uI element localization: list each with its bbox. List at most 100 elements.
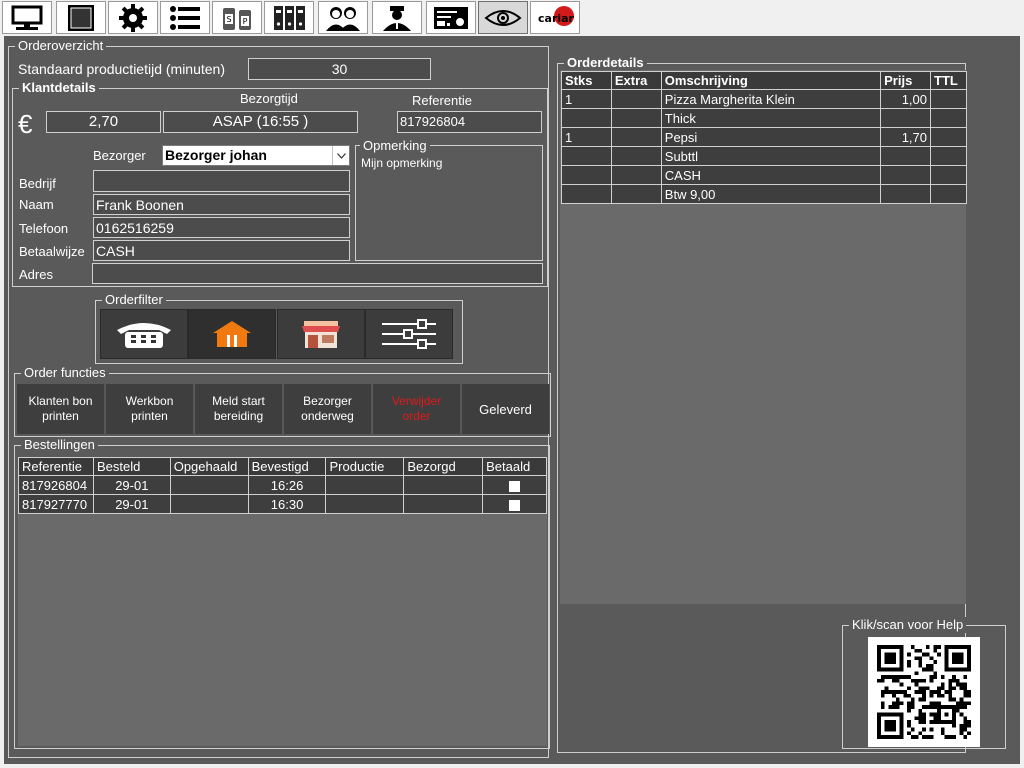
- opmerking-group: Opmerking Mijn opmerking: [355, 138, 543, 261]
- col-bezorgd[interactable]: Bezorgd: [403, 457, 484, 476]
- tablet-button[interactable]: [56, 1, 106, 34]
- telefoon-label: Telefoon: [19, 221, 69, 236]
- driver-en-route-button[interactable]: Bezorger onderweg: [284, 384, 372, 434]
- naam-field[interactable]: Frank Boonen: [93, 194, 350, 215]
- bezorgtijd-field[interactable]: ASAP (16:55 ): [163, 111, 358, 133]
- paid-checkbox[interactable]: [509, 480, 521, 492]
- sp-icon: SP: [223, 7, 251, 30]
- paid-checkbox[interactable]: [509, 499, 521, 511]
- start-preparation-button[interactable]: Meld start bereiding: [195, 384, 283, 434]
- cell-bevestigd: 16:30: [247, 494, 327, 514]
- users-button[interactable]: [318, 1, 368, 34]
- col-prijs[interactable]: Prijs: [880, 71, 931, 90]
- bestellingen-legend: Bestellingen: [21, 437, 98, 453]
- phone-icon: [117, 323, 171, 348]
- orderdetails-header-row: Stks Extra Omschrijving Prijs TTL: [561, 71, 967, 90]
- table-row[interactable]: 817926804 29-01 16:26: [18, 475, 547, 495]
- std-production-field[interactable]: 30: [248, 58, 431, 80]
- list-button[interactable]: [160, 1, 210, 34]
- eye-button[interactable]: [478, 1, 528, 34]
- opmerking-text[interactable]: Mijn opmerking: [361, 156, 442, 170]
- table-row[interactable]: Subttl: [561, 146, 967, 166]
- bedrijf-field[interactable]: [93, 170, 350, 192]
- bezorger-select[interactable]: Bezorger johan: [162, 145, 350, 166]
- driver-icon: [383, 5, 411, 31]
- binders-icon: [274, 5, 305, 30]
- cell-betaald: [482, 475, 547, 495]
- orderfilter-legend: Orderfilter: [102, 292, 166, 308]
- orderdetails-table: Stks Extra Omschrijving Prijs TTL 1 Pizza…: [561, 71, 967, 204]
- table-row[interactable]: 1 Pepsi 1,70: [561, 127, 967, 147]
- col-omschrijving[interactable]: Omschrijving: [660, 71, 882, 90]
- delivered-button[interactable]: Geleverd: [462, 384, 550, 434]
- table-row[interactable]: Thick: [561, 108, 967, 128]
- cariari-button[interactable]: cariari: [530, 1, 580, 34]
- telefoon-field[interactable]: 0162516259: [93, 217, 350, 238]
- cariari-logo-text: cariari: [538, 12, 575, 25]
- print-workorder-button[interactable]: Werkbon printen: [106, 384, 194, 434]
- sp-button[interactable]: SP: [212, 1, 262, 34]
- gear-icon: [119, 3, 147, 32]
- table-row[interactable]: Btw 9,00: [561, 184, 967, 204]
- adres-field[interactable]: [92, 263, 543, 284]
- cell-bevestigd: 16:26: [247, 475, 327, 495]
- bezorger-select-value: Bezorger johan: [165, 147, 267, 163]
- amount-field: 2,70: [46, 111, 161, 133]
- delivery-house-icon: [213, 321, 251, 347]
- bedrijf-label: Bedrijf: [19, 176, 56, 191]
- bezorgtijd-label: Bezorgtijd: [240, 91, 298, 106]
- filter-delivery-button[interactable]: [188, 309, 276, 359]
- col-referentie[interactable]: Referentie: [18, 457, 94, 476]
- bestellingen-table: Referentie Besteld Opgehaald Bevestigd P…: [18, 457, 547, 514]
- naam-label: Naam: [19, 197, 54, 212]
- print-customer-receipt-button[interactable]: Klanten bon printen: [17, 384, 105, 434]
- chevron-down-icon[interactable]: [332, 146, 349, 165]
- std-production-label: Standaard productietijd (minuten): [18, 61, 226, 77]
- filter-phone-button[interactable]: [100, 309, 188, 359]
- driver-button[interactable]: [372, 1, 422, 34]
- cell-ref: 817926804: [18, 475, 94, 495]
- orderdetails-legend: Orderdetails: [564, 55, 647, 71]
- bestellingen-group: Bestellingen Referentie Besteld Opgehaal…: [14, 437, 550, 749]
- orderoverzicht-group: Orderoverzicht Standaard productietijd (…: [8, 38, 551, 758]
- eye-icon: [484, 9, 522, 26]
- filter-shop-button[interactable]: [277, 309, 365, 359]
- col-stks[interactable]: Stks: [561, 71, 612, 90]
- col-bevestigd[interactable]: Bevestigd: [247, 457, 327, 476]
- cell-opgehaald: [169, 475, 249, 495]
- binders-button[interactable]: [264, 1, 314, 34]
- sliders-icon: [382, 319, 436, 349]
- order-functies-legend: Order functies: [21, 365, 109, 381]
- col-productie[interactable]: Productie: [325, 457, 405, 476]
- cell-productie: [325, 494, 405, 514]
- col-betaald[interactable]: Betaald: [482, 457, 547, 476]
- bestellingen-header-row: Referentie Besteld Opgehaald Bevestigd P…: [18, 457, 547, 476]
- table-row[interactable]: CASH: [561, 165, 967, 185]
- referentie-field: 817926804: [397, 111, 542, 133]
- report-button[interactable]: [426, 1, 476, 34]
- adres-label: Adres: [19, 267, 53, 282]
- betaalwijze-label: Betaalwijze: [19, 244, 85, 259]
- klantdetails-legend: Klantdetails: [19, 80, 99, 96]
- cell-besteld: 29-01: [92, 494, 171, 514]
- klantdetails-group: Klantdetails Bezorgtijd Referentie € 2,7…: [12, 80, 548, 287]
- monitor-button[interactable]: [2, 1, 52, 34]
- betaalwijze-field[interactable]: CASH: [93, 240, 350, 261]
- col-extra[interactable]: Extra: [610, 71, 662, 90]
- cell-ref: 817927770: [18, 494, 94, 514]
- main-panel: Orderoverzicht Standaard productietijd (…: [4, 36, 1020, 764]
- col-besteld[interactable]: Besteld: [92, 457, 171, 476]
- help-qr-button[interactable]: [868, 637, 980, 747]
- list-icon: [170, 5, 200, 30]
- col-opgehaald[interactable]: Opgehaald: [169, 457, 249, 476]
- cell-productie: [325, 475, 405, 495]
- filter-sliders-button[interactable]: [365, 309, 453, 359]
- settings-button[interactable]: [108, 1, 158, 34]
- table-row[interactable]: 817927770 29-01 16:30: [18, 494, 547, 514]
- tablet-icon: [68, 4, 94, 31]
- delete-order-button[interactable]: Verwijder order: [373, 384, 461, 434]
- table-row[interactable]: 1 Pizza Margherita Klein 1,00: [561, 89, 967, 109]
- col-ttl[interactable]: TTL: [930, 71, 967, 90]
- report-icon: [434, 6, 468, 29]
- opmerking-legend: Opmerking: [360, 138, 430, 154]
